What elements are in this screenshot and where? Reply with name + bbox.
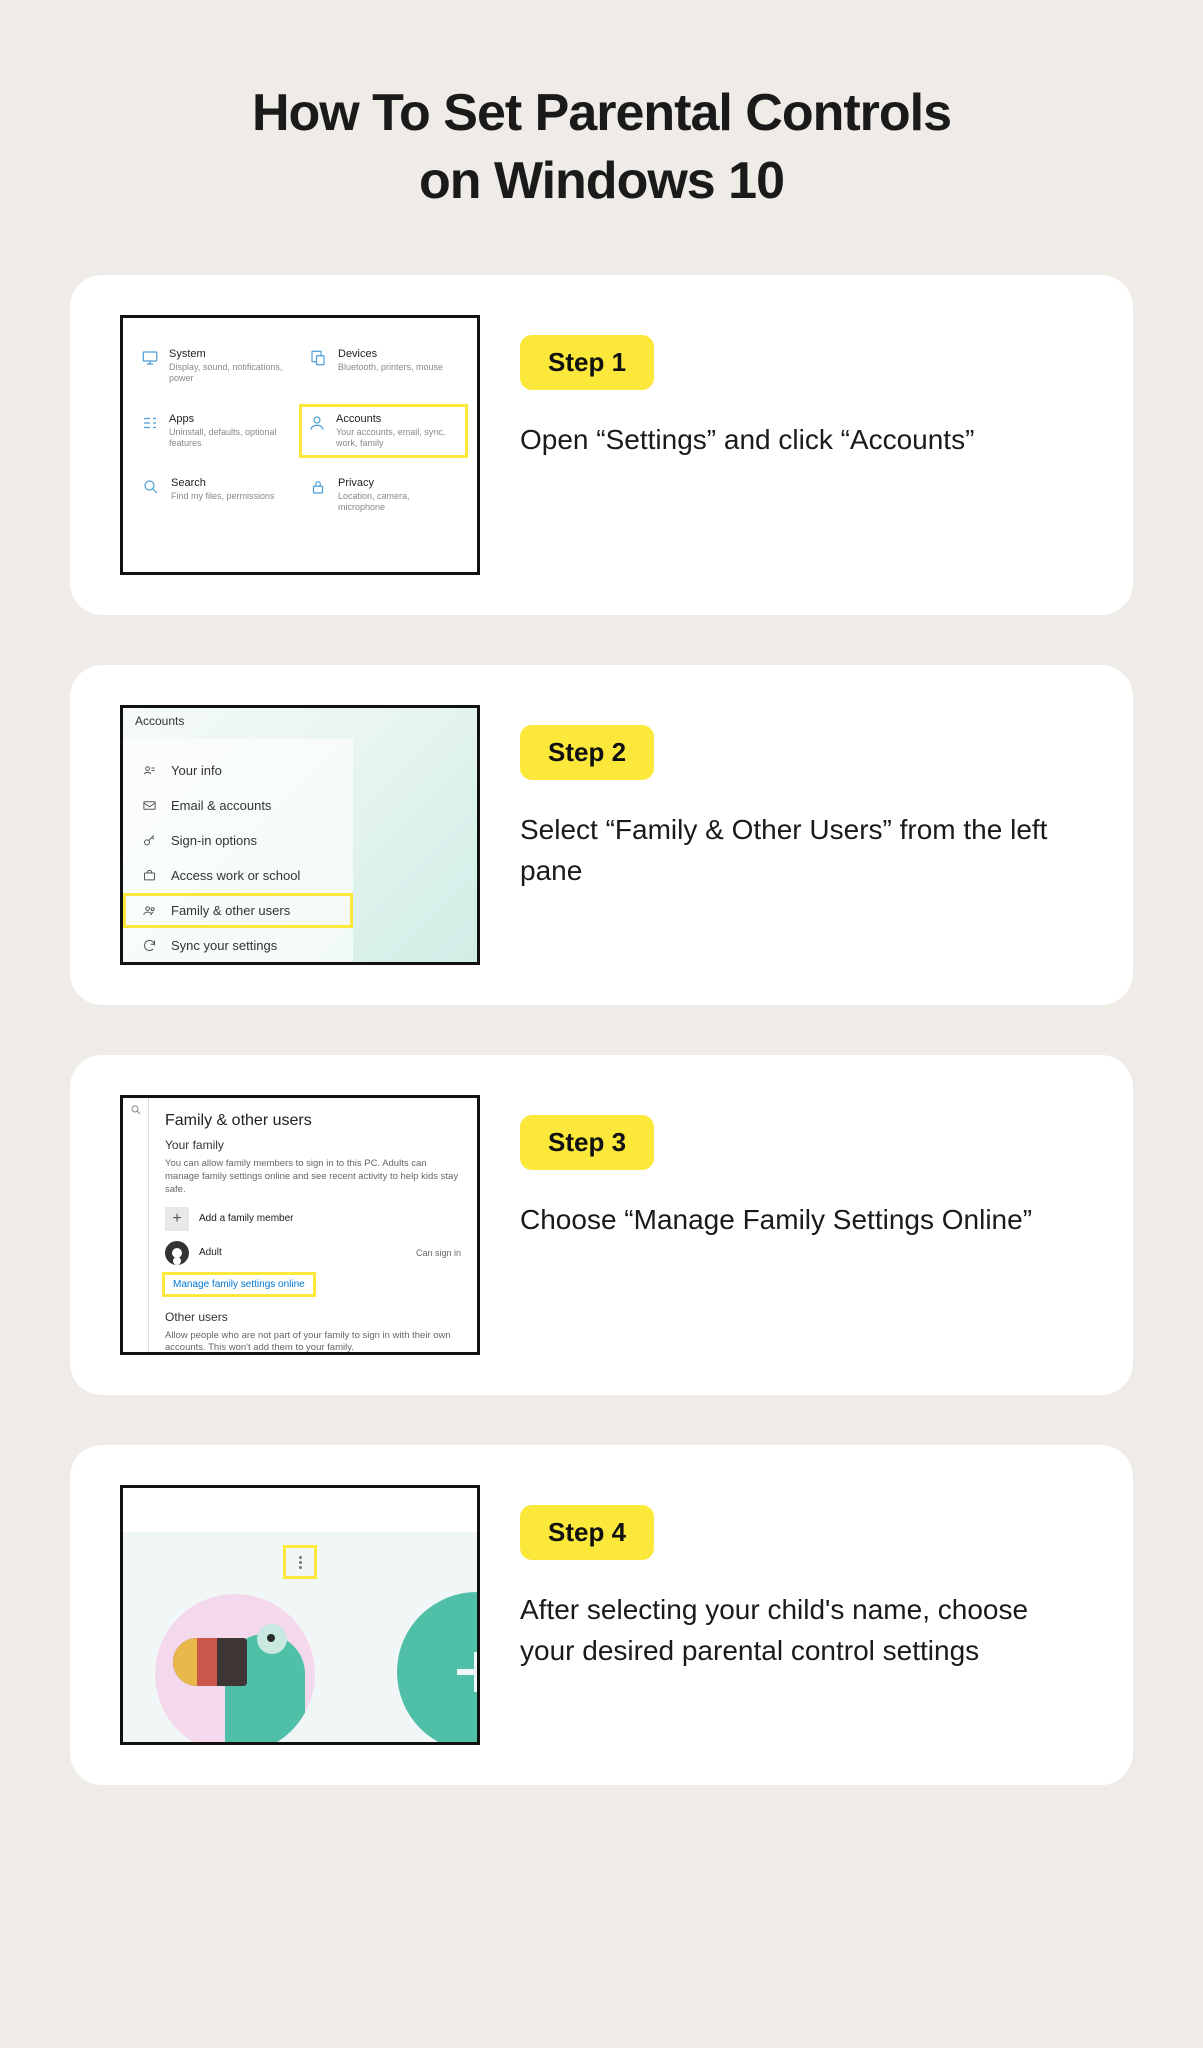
- screenshot-step-4: [120, 1485, 480, 1745]
- step-badge-3: Step 3: [520, 1115, 654, 1170]
- more-options-button[interactable]: [286, 1548, 314, 1576]
- step-desc-1: Open “Settings” and click “Accounts”: [520, 420, 1083, 461]
- apps-icon: [141, 413, 159, 433]
- settings-tile-devices[interactable]: DevicesBluetooth, printers, mouse: [308, 348, 459, 385]
- family-description: You can allow family members to sign in …: [165, 1158, 461, 1196]
- nav-sync-settings[interactable]: Sync your settings: [123, 928, 353, 962]
- settings-tile-system[interactable]: SystemDisplay, sound, notifications, pow…: [141, 348, 292, 385]
- other-users-subheading: Other users: [165, 1310, 461, 1324]
- sync-icon: [141, 938, 157, 953]
- devices-icon: [308, 348, 328, 368]
- top-bar: [123, 1488, 477, 1532]
- page-title: How To Set Parental Controls on Windows …: [70, 80, 1133, 215]
- settings-tile-accounts[interactable]: AccountsYour accounts, email, sync, work…: [299, 404, 468, 459]
- step-card-3: Family & other users Your family You can…: [70, 1055, 1133, 1395]
- briefcase-icon: [141, 868, 157, 883]
- add-child-avatar[interactable]: [397, 1592, 477, 1742]
- search-icon: [141, 477, 161, 497]
- display-icon: [141, 348, 159, 368]
- family-heading: Family & other users: [165, 1112, 461, 1130]
- nav-your-info[interactable]: Your info: [123, 753, 353, 788]
- nav-sign-in-options[interactable]: Sign-in options: [123, 823, 353, 858]
- lock-icon: [308, 477, 328, 497]
- accounts-header: Accounts: [123, 714, 477, 739]
- id-card-icon: [141, 763, 157, 778]
- step-card-2: Accounts Your info Email & accounts Sign…: [70, 665, 1133, 1005]
- nav-access-work[interactable]: Access work or school: [123, 858, 353, 893]
- step-card-1: SystemDisplay, sound, notifications, pow…: [70, 275, 1133, 615]
- nav-email-accounts[interactable]: Email & accounts: [123, 788, 353, 823]
- screenshot-step-2: Accounts Your info Email & accounts Sign…: [120, 705, 480, 965]
- add-family-member[interactable]: + Add a family member: [165, 1207, 461, 1231]
- your-family-subheading: Your family: [165, 1138, 461, 1152]
- step-desc-2: Select “Family & Other Users” from the l…: [520, 810, 1083, 891]
- manage-family-settings-link[interactable]: Manage family settings online: [165, 1275, 313, 1294]
- settings-tile-search[interactable]: SearchFind my files, permissions: [141, 477, 292, 514]
- mail-icon: [141, 798, 157, 813]
- screenshot-step-3: Family & other users Your family You can…: [120, 1095, 480, 1355]
- plus-icon: +: [165, 1207, 189, 1231]
- signin-status: Can sign in: [416, 1248, 461, 1258]
- step-badge-4: Step 4: [520, 1505, 654, 1560]
- people-icon: [141, 903, 157, 918]
- person-icon: [308, 413, 326, 433]
- settings-tile-privacy[interactable]: PrivacyLocation, camera, microphone: [308, 477, 459, 514]
- step-desc-3: Choose “Manage Family Settings Online”: [520, 1200, 1083, 1241]
- step-card-4: Step 4 After selecting your child's name…: [70, 1445, 1133, 1785]
- key-icon: [141, 833, 157, 848]
- step-badge-2: Step 2: [520, 725, 654, 780]
- child-avatar[interactable]: [155, 1594, 315, 1742]
- avatar-icon: [165, 1241, 189, 1265]
- search-box[interactable]: [123, 1098, 149, 1352]
- step-badge-1: Step 1: [520, 335, 654, 390]
- family-member-adult[interactable]: Adult Can sign in: [165, 1241, 461, 1265]
- settings-tile-apps[interactable]: AppsUninstall, defaults, optional featur…: [141, 413, 292, 450]
- step-desc-4: After selecting your child's name, choos…: [520, 1590, 1083, 1671]
- screenshot-step-1: SystemDisplay, sound, notifications, pow…: [120, 315, 480, 575]
- nav-family-other-users[interactable]: Family & other users: [123, 893, 353, 928]
- other-users-description: Allow people who are not part of your fa…: [165, 1330, 461, 1356]
